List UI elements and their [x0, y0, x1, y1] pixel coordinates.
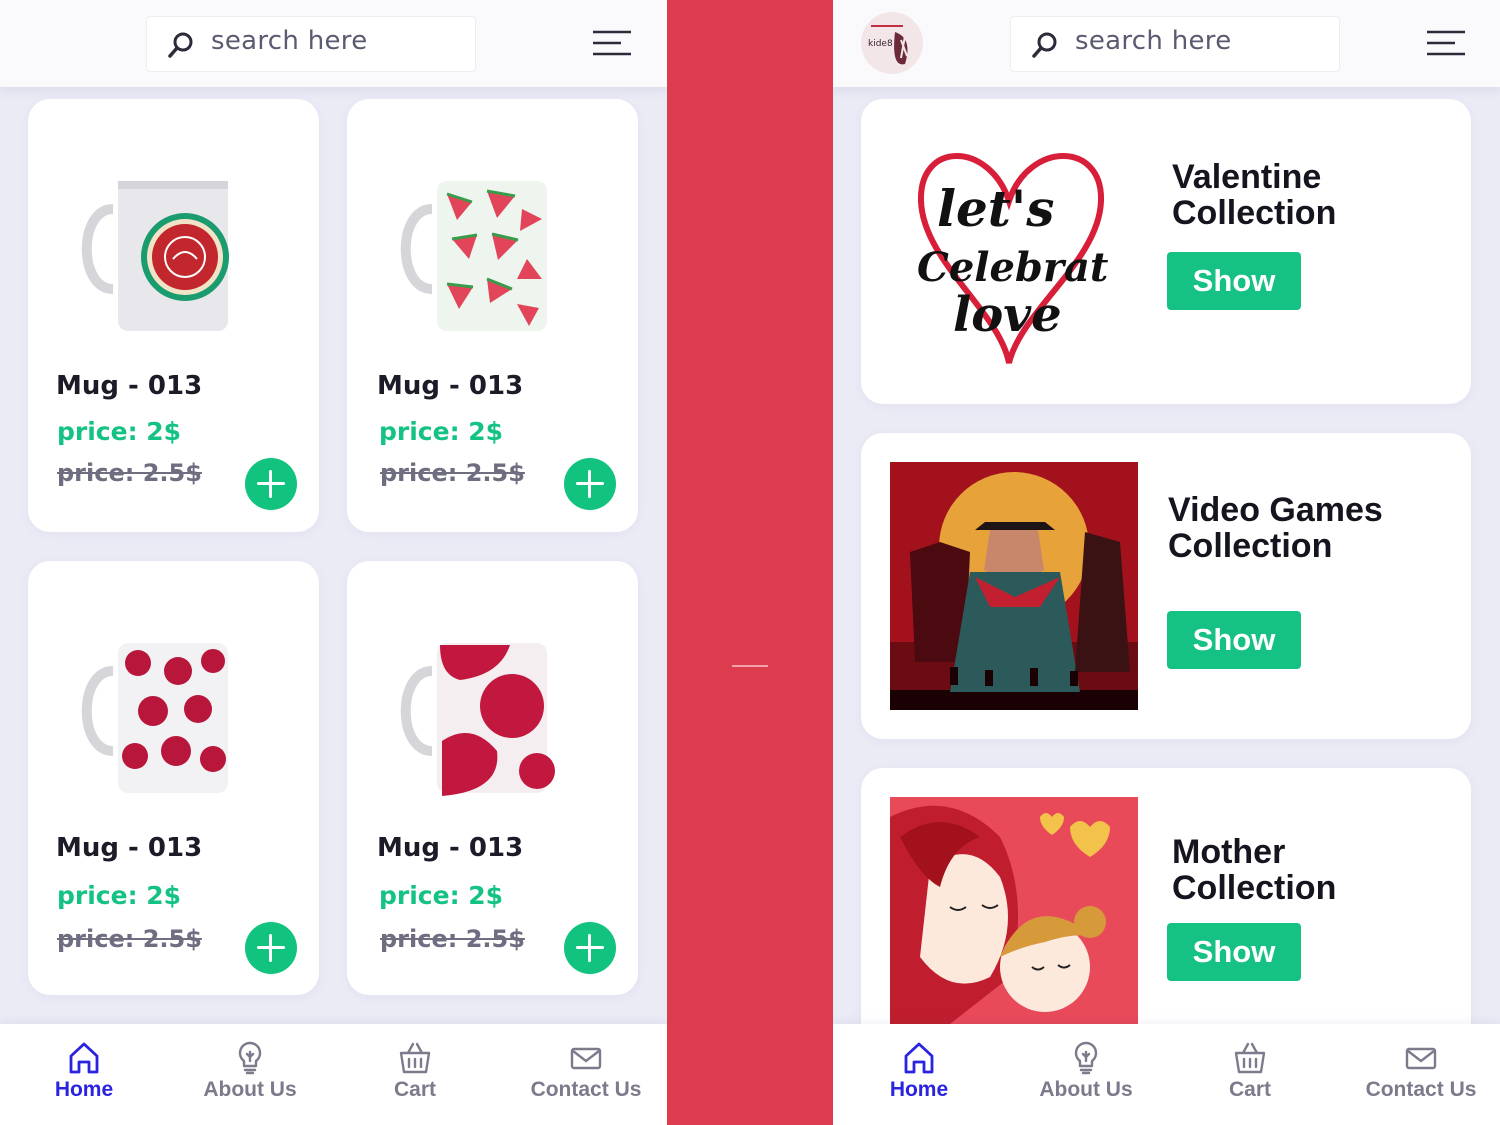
- nav-contact-us[interactable]: Contact Us: [1351, 1040, 1491, 1120]
- add-to-cart-button[interactable]: [245, 922, 297, 974]
- product-old-price: price: 2.5$: [57, 459, 202, 487]
- collection-card[interactable]: Mother Collection Show: [861, 768, 1471, 1068]
- collection-title: Valentine Collection: [1172, 159, 1336, 231]
- show-button[interactable]: Show: [1167, 923, 1301, 981]
- lightbulb-icon: [238, 1041, 262, 1075]
- product-name: Mug - 013: [56, 371, 203, 401]
- nav-home[interactable]: Home: [14, 1040, 154, 1120]
- collection-title: Mother Collection: [1172, 834, 1336, 906]
- show-button[interactable]: Show: [1167, 611, 1301, 669]
- nav-label: Cart: [393, 1078, 436, 1101]
- product-card[interactable]: Mug - 013 price: 2$ price: 2.5$: [347, 99, 638, 532]
- left-phone-screen: search here Mug - 013 price: 2$ price: 2…: [0, 0, 667, 1125]
- add-to-cart-button[interactable]: [245, 458, 297, 510]
- nav-label: About Us: [1039, 1078, 1133, 1101]
- collection-title-line: Collection: [1172, 194, 1337, 232]
- product-image-mug: [81, 643, 228, 793]
- product-image-mug: [400, 181, 547, 331]
- search-placeholder: search here: [1075, 26, 1232, 56]
- nav-about-us[interactable]: About Us: [1016, 1040, 1156, 1120]
- collection-image: [890, 797, 1138, 1024]
- collection-title-line: Video Games: [1168, 491, 1383, 529]
- svg-text:let's: let's: [937, 179, 1054, 238]
- show-button[interactable]: Show: [1167, 252, 1301, 310]
- search-box[interactable]: search here: [146, 16, 476, 72]
- collection-card[interactable]: Video Games Collection Show: [861, 433, 1471, 739]
- collection-title-line: Valentine: [1172, 158, 1322, 196]
- product-old-price: price: 2.5$: [57, 925, 202, 953]
- right-phone-screen: kide8 search here let's Celebrate love V…: [833, 0, 1500, 1125]
- nav-about-us[interactable]: About Us: [180, 1040, 320, 1120]
- nav-contact-us[interactable]: Contact Us: [516, 1040, 656, 1120]
- nav-label: Contact Us: [530, 1078, 642, 1101]
- nav-label: Home: [889, 1078, 949, 1101]
- nav-label: Contact Us: [1365, 1078, 1477, 1101]
- product-name: Mug - 013: [377, 371, 524, 401]
- nav-label: Home: [54, 1078, 114, 1101]
- nav-cart[interactable]: Cart: [345, 1040, 485, 1120]
- menu-icon[interactable]: [591, 28, 633, 58]
- product-card[interactable]: Mug - 013 price: 2$ price: 2.5$: [28, 99, 319, 532]
- product-name: Mug - 013: [377, 833, 524, 863]
- product-card[interactable]: Mug - 013 price: 2$ price: 2.5$: [28, 561, 319, 995]
- product-image-mug: [81, 181, 229, 331]
- svg-text:Celebrate: Celebrate: [917, 244, 1109, 291]
- product-image-mug: [400, 643, 555, 796]
- collection-title: Video Games Collection: [1168, 492, 1383, 564]
- product-old-price: price: 2.5$: [380, 925, 525, 953]
- product-name: Mug - 013: [56, 833, 203, 863]
- collection-image: [890, 462, 1138, 710]
- collection-card[interactable]: let's Celebrate love Valentine Collectio…: [861, 99, 1471, 404]
- product-price: price: 2$: [379, 417, 504, 446]
- top-bar: kide8 search here: [833, 0, 1500, 87]
- bottom-navigation: Home About Us Cart Contact Us: [0, 1024, 667, 1125]
- avatar[interactable]: kide8: [861, 12, 923, 74]
- nav-label: About Us: [203, 1078, 297, 1101]
- product-old-price: price: 2.5$: [380, 459, 525, 487]
- collection-title-line: Collection: [1172, 869, 1337, 907]
- svg-text:love: love: [953, 287, 1062, 343]
- product-card[interactable]: Mug - 013 price: 2$ price: 2.5$: [347, 561, 638, 995]
- collection-image: let's Celebrate love: [917, 153, 1109, 364]
- top-bar: search here: [0, 0, 667, 87]
- home-icon: [904, 1042, 934, 1074]
- collection-title-line: Mother: [1172, 833, 1286, 871]
- search-icon: [1032, 32, 1057, 58]
- collection-title-line: Collection: [1168, 527, 1333, 565]
- svg-text:kide8: kide8: [868, 39, 893, 49]
- home-icon: [69, 1042, 99, 1074]
- divider-handle: [732, 665, 768, 667]
- basket-icon: [1234, 1042, 1266, 1074]
- product-price: price: 2$: [57, 881, 182, 910]
- add-to-cart-button[interactable]: [564, 458, 616, 510]
- basket-icon: [399, 1042, 431, 1074]
- bottom-navigation: Home About Us Cart Contact Us: [833, 1024, 1500, 1125]
- product-price: price: 2$: [57, 417, 182, 446]
- nav-home[interactable]: Home: [849, 1040, 989, 1120]
- nav-cart[interactable]: Cart: [1180, 1040, 1320, 1120]
- search-placeholder: search here: [211, 26, 368, 56]
- divider-panel: [667, 0, 833, 1125]
- nav-label: Cart: [1228, 1078, 1271, 1101]
- lightbulb-icon: [1074, 1041, 1098, 1075]
- search-box[interactable]: search here: [1010, 16, 1340, 72]
- search-icon: [168, 32, 193, 58]
- add-to-cart-button[interactable]: [564, 922, 616, 974]
- product-price: price: 2$: [379, 881, 504, 910]
- mail-icon: [1405, 1047, 1437, 1070]
- mail-icon: [570, 1047, 602, 1070]
- logo-image: kide8: [861, 12, 923, 74]
- menu-icon[interactable]: [1425, 28, 1467, 58]
